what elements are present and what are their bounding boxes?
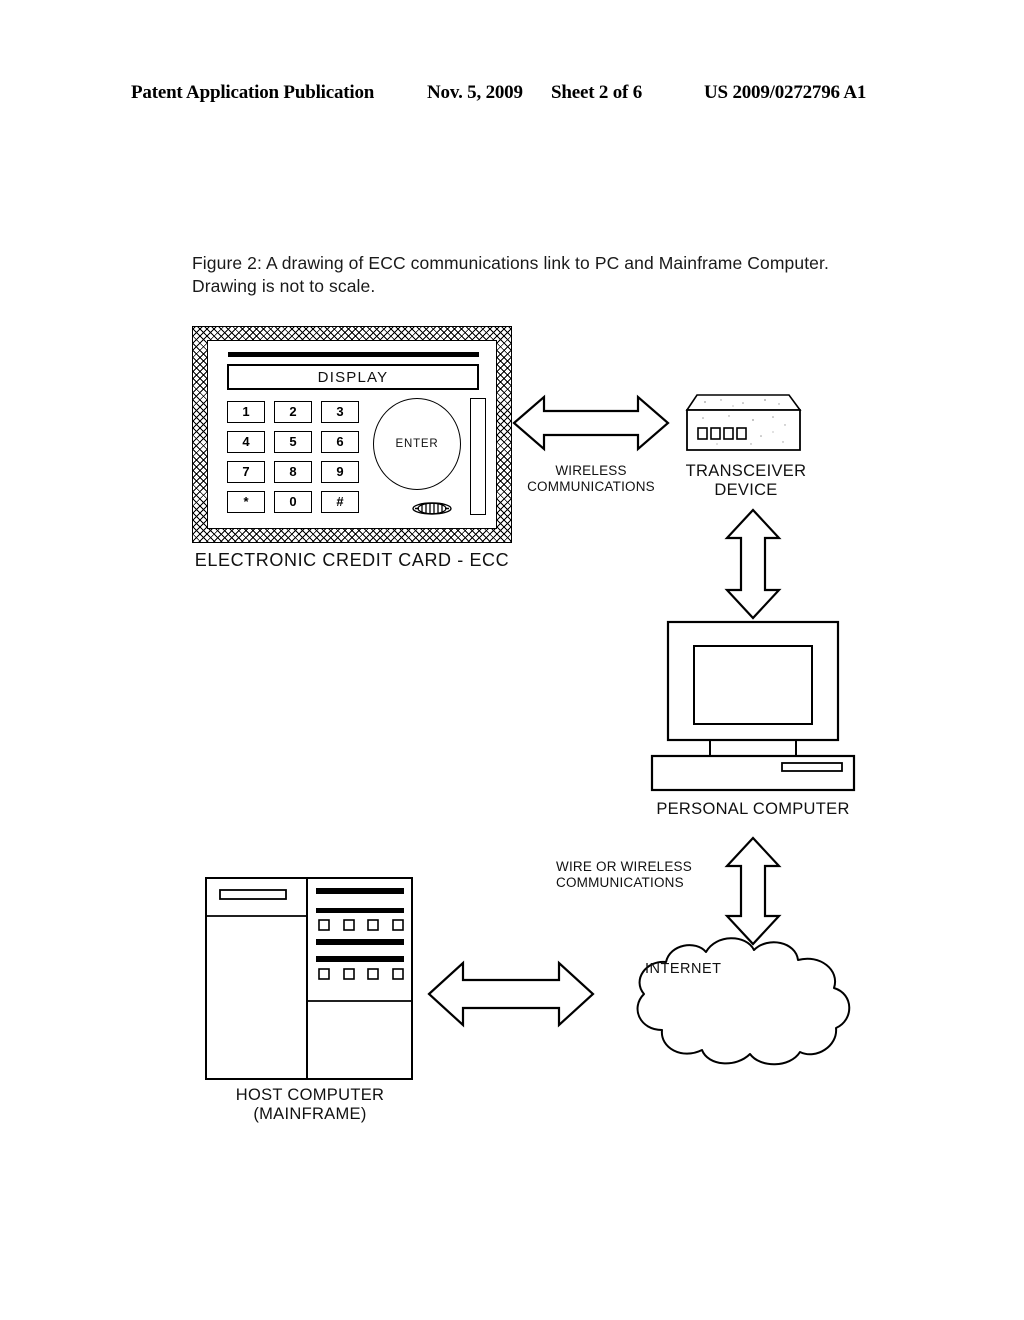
header-date-text: Nov. 5, 2009 (427, 82, 523, 103)
patent-header: Patent Application Publication Nov. 5, 2… (0, 82, 1024, 112)
ecc-key[interactable]: 7 (227, 461, 265, 483)
ecc-key[interactable]: 5 (274, 431, 312, 453)
wire-or-wireless-communications-label: WIRE OR WIRELESS COMMUNICATIONS (556, 859, 692, 890)
ecc-display-screen: DISPLAY (227, 364, 479, 390)
ecc-key[interactable]: 9 (321, 461, 359, 483)
host-to-internet-arrow-icon (427, 960, 595, 1028)
ecc-enter-button[interactable]: ENTER (373, 398, 461, 490)
electronic-credit-card-device: DISPLAY 1 2 3 4 5 6 7 8 9 * 0 # ENTER (192, 326, 512, 543)
ecc-keypad[interactable]: 1 2 3 4 5 6 7 8 9 * 0 # (227, 401, 359, 513)
ecc-key[interactable]: # (321, 491, 359, 513)
ecc-key[interactable]: 3 (321, 401, 359, 423)
ecc-key[interactable]: 6 (321, 431, 359, 453)
ecc-key[interactable]: 2 (274, 401, 312, 423)
transceiver-device-graphic (685, 394, 802, 451)
transceiver-device-label: TRANSCEIVER DEVICE (685, 462, 807, 499)
internet-cloud-graphic (636, 937, 851, 1066)
wireless-communications-label: WIRELESS COMMUNICATIONS (527, 463, 655, 494)
ecc-key[interactable]: 0 (274, 491, 312, 513)
host-computer-mainframe-graphic (205, 877, 413, 1080)
ecc-antenna-strip (470, 398, 486, 515)
header-document-number: US 2009/0272796 A1 (704, 82, 867, 103)
personal-computer-label: PERSONAL COMPUTER (656, 800, 850, 818)
ecc-face-panel: DISPLAY 1 2 3 4 5 6 7 8 9 * 0 # ENTER (207, 340, 497, 529)
ecc-key[interactable]: 1 (227, 401, 265, 423)
ecc-magnetic-stripe (228, 352, 479, 357)
header-publication-text: Patent Application Publication (131, 82, 375, 103)
internet-label: INTERNET (645, 961, 722, 977)
header-sheet-text: Sheet 2 of 6 (551, 82, 643, 103)
ecc-caption-label: ELECTRONIC CREDIT CARD - ECC (194, 550, 510, 570)
figure-caption: Figure 2: A drawing of ECC communication… (192, 253, 829, 296)
ecc-key[interactable]: 4 (227, 431, 265, 453)
ecc-key[interactable]: * (227, 491, 265, 513)
ecc-speaker-icon (412, 502, 452, 515)
transceiver-to-pc-arrow-icon (724, 508, 782, 620)
ecc-key[interactable]: 8 (274, 461, 312, 483)
host-computer-label: HOST COMPUTER (MAINFRAME) (235, 1086, 385, 1123)
wireless-communications-arrow-icon (512, 394, 670, 452)
personal-computer-graphic (650, 620, 856, 792)
